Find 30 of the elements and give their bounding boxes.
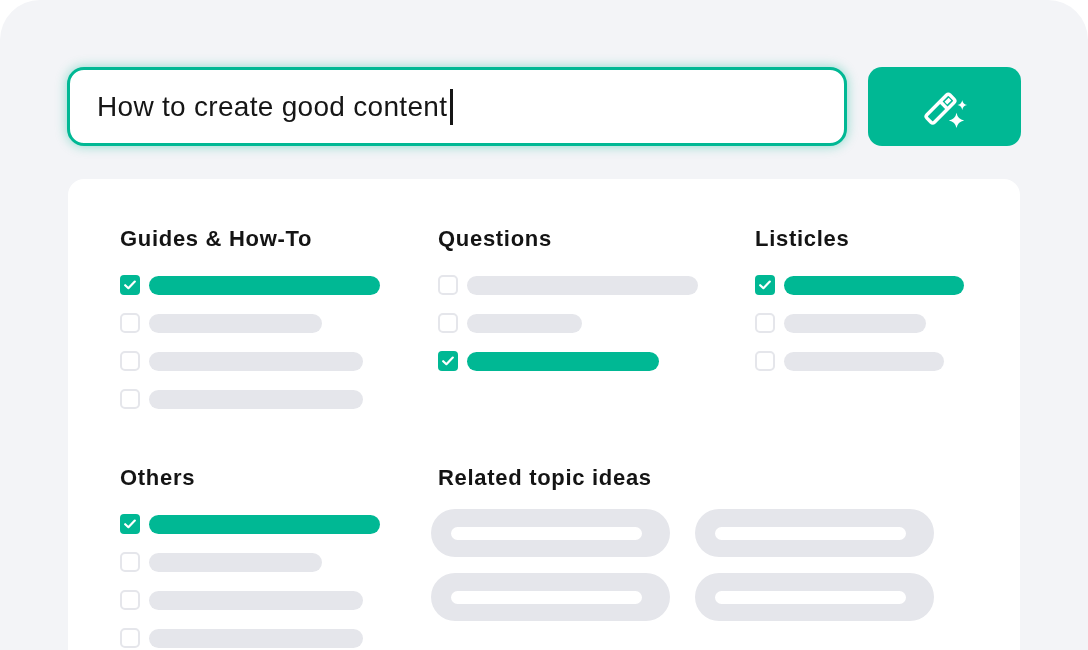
checkbox[interactable] (438, 351, 458, 371)
checkbox[interactable] (120, 514, 140, 534)
checkmark-icon (759, 280, 771, 290)
section-heading: Questions (438, 226, 553, 252)
checkbox[interactable] (755, 351, 775, 371)
checkbox[interactable] (120, 628, 140, 648)
checkbox[interactable] (755, 275, 775, 295)
text-cursor-icon (450, 88, 454, 125)
checkmark-icon (124, 280, 136, 290)
checkmark-icon (442, 356, 454, 366)
topic-chip-placeholder[interactable] (695, 573, 934, 621)
topic-chip-placeholder[interactable] (695, 509, 934, 557)
checkbox[interactable] (120, 313, 140, 333)
generate-button[interactable] (868, 67, 1021, 146)
checkbox[interactable] (120, 590, 140, 610)
checkbox[interactable] (120, 351, 140, 371)
section-heading: Guides & How-To (120, 226, 314, 252)
section-heading: Related topic ideas (438, 465, 653, 491)
checkmark-icon (124, 519, 136, 529)
checkbox[interactable] (120, 275, 140, 295)
section-heading: Listicles (755, 226, 851, 252)
checkbox[interactable] (120, 389, 140, 409)
section-heading: Others (120, 465, 197, 491)
checkbox[interactable] (438, 313, 458, 333)
checkbox[interactable] (755, 313, 775, 333)
checkbox[interactable] (120, 552, 140, 572)
topic-chip-placeholder[interactable] (431, 573, 670, 621)
search-field[interactable]: How to create good content (67, 67, 847, 146)
topic-chip-placeholder[interactable] (431, 509, 670, 557)
checkbox[interactable] (438, 275, 458, 295)
